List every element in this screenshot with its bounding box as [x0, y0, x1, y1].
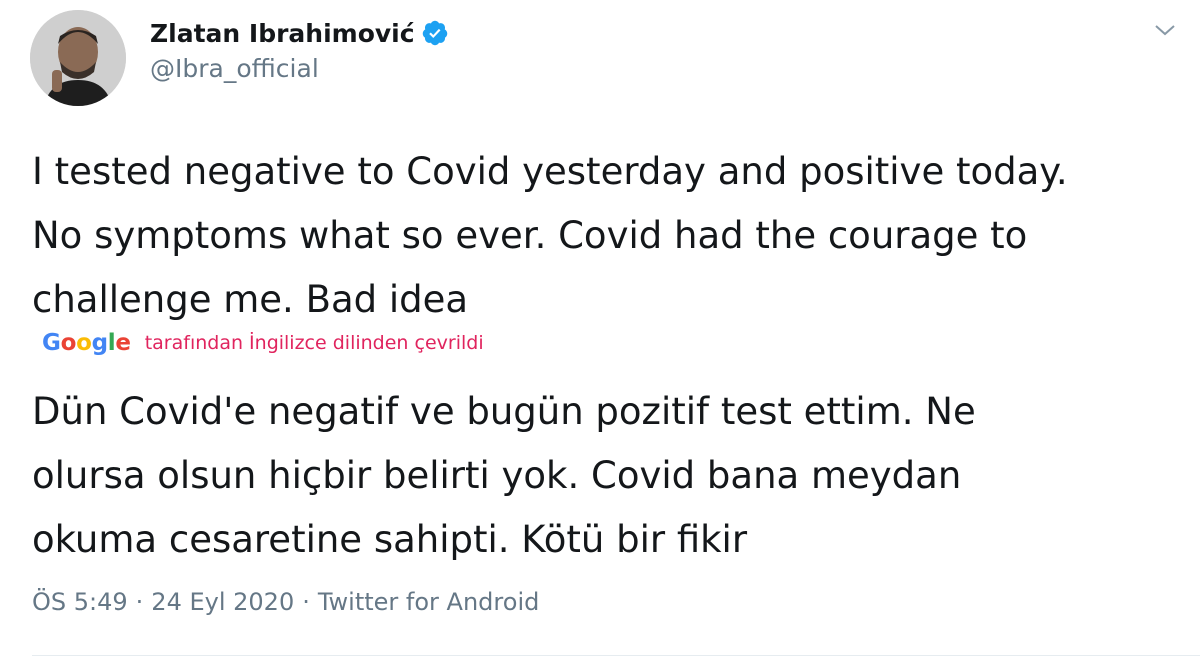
avatar[interactable]	[30, 10, 126, 106]
tweet-date[interactable]: 24 Eyl 2020	[151, 588, 294, 616]
meta-separator: ·	[302, 588, 310, 616]
author-handle[interactable]: @Ibra_official	[150, 54, 449, 83]
tweet-meta: ÖS 5:49 · 24 Eyl 2020 · Twitter for Andr…	[32, 588, 539, 616]
tweet-source[interactable]: Twitter for Android	[318, 588, 539, 616]
tweet-time[interactable]: ÖS 5:49	[32, 588, 128, 616]
tweet-card: Zlatan Ibrahimović @Ibra_official I test…	[0, 0, 1200, 665]
translation-note[interactable]: tarafından İngilizce dilinden çevrildi	[145, 332, 484, 354]
google-logo: Google	[42, 330, 131, 356]
tweet-text: I tested negative to Covid yesterday and…	[32, 150, 1068, 321]
verified-badge-icon	[421, 19, 449, 47]
chevron-down-icon[interactable]	[1152, 20, 1178, 40]
author-block: Zlatan Ibrahimović @Ibra_official	[150, 14, 449, 83]
translation-attribution: Google tarafından İngilizce dilinden çev…	[42, 330, 484, 356]
meta-separator: ·	[135, 588, 144, 616]
author-name-row: Zlatan Ibrahimović	[150, 14, 449, 52]
author-display-name[interactable]: Zlatan Ibrahimović	[150, 19, 415, 48]
translated-tweet-text: Dün Covid'e negatif ve bugün pozitif tes…	[32, 390, 976, 561]
divider	[32, 655, 1200, 656]
